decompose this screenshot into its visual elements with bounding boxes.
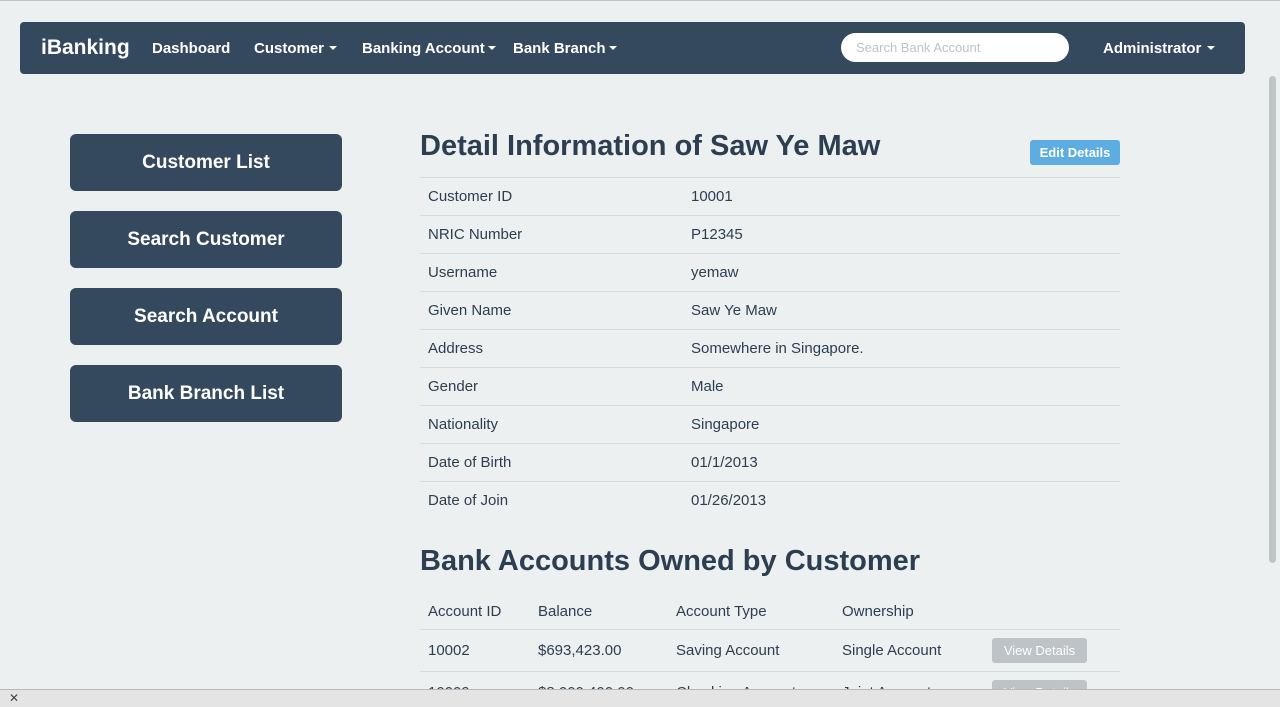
detail-label: Date of Birth [428,454,512,471]
detail-row: Nationality Singapore [420,405,1120,443]
caret-down-icon [329,46,338,51]
table-header-row: Account ID Balance Account Type Ownershi… [420,592,1120,630]
detail-row: Address Somewhere in Singapore. [420,329,1120,367]
detail-row: Username yemaw [420,253,1120,291]
detail-row: Date of Join 01/26/2013 [420,481,1120,519]
detail-value: Male [691,378,724,395]
detail-value: P12345 [691,226,743,243]
column-header-account-type: Account Type [676,603,767,620]
view-details-button[interactable]: View Details [992,638,1087,663]
close-icon[interactable]: ✕ [9,691,19,705]
search-bank-account-input[interactable] [841,33,1069,62]
caret-down-icon [608,46,617,51]
caret-down-icon [487,46,496,51]
user-menu-label: Administrator [1103,40,1202,57]
nav-banking-account-label: Banking Account [362,40,485,57]
column-header-balance: Balance [538,603,593,620]
detail-row: Date of Birth 01/1/2013 [420,443,1120,481]
detail-value: 01/26/2013 [691,492,767,509]
nav-banking-account-dropdown[interactable]: Banking Account [362,40,496,57]
column-header-account-id: Account ID [428,603,502,620]
detail-value: 10001 [691,188,733,205]
account-type-cell: Saving Account [676,642,780,659]
scrollbar-thumb[interactable] [1269,76,1276,563]
caret-down-icon [1207,46,1216,51]
window-top-border [0,0,1280,1]
detail-value: Saw Ye Maw [691,302,777,319]
detail-row: NRIC Number P12345 [420,215,1120,253]
bank-branch-list-button[interactable]: Bank Branch List [70,365,342,422]
detail-label: Nationality [428,416,499,433]
nav-customer-label: Customer [254,40,325,57]
nav-customer-dropdown[interactable]: Customer [254,40,338,57]
detail-label: Date of Join [428,492,509,509]
nav-bank-branch-dropdown[interactable]: Bank Branch [513,40,617,57]
nav-dashboard[interactable]: Dashboard [152,40,230,57]
detail-label: Customer ID [428,188,513,205]
ownership-cell: Single Account [842,642,942,659]
detail-value: 01/1/2013 [691,454,758,471]
detail-label: Given Name [428,302,512,319]
browser-bottom-bar: ✕ [0,689,1280,707]
detail-row: Customer ID 10001 [420,177,1120,215]
detail-value: yemaw [691,264,739,281]
detail-label: Username [428,264,498,281]
column-header-ownership: Ownership [842,603,914,620]
page-title: Detail Information of Saw Ye Maw [420,130,881,162]
search-customer-button[interactable]: Search Customer [70,211,342,268]
detail-row: Given Name Saw Ye Maw [420,291,1120,329]
brand-logo[interactable]: iBanking [41,36,130,60]
detail-label: Gender [428,378,479,395]
nav-bank-branch-label: Bank Branch [513,40,606,57]
detail-value: Somewhere in Singapore. [691,340,864,357]
detail-row: Gender Male [420,367,1120,405]
search-account-button[interactable]: Search Account [70,288,342,345]
table-row: 10002 $693,423.00 Saving Account Single … [420,630,1120,672]
accounts-section-title: Bank Accounts Owned by Customer [420,545,921,577]
detail-label: Address [428,340,484,357]
top-navbar: iBanking Dashboard Customer Banking Acco… [20,22,1245,74]
balance-cell: $693,423.00 [538,642,622,659]
nav-dashboard-label: Dashboard [152,40,231,57]
customer-detail-table: Customer ID 10001 NRIC Number P12345 Usern… [420,177,1120,519]
customer-list-button[interactable]: Customer List [70,134,342,191]
detail-label: NRIC Number [428,226,523,243]
user-menu-dropdown[interactable]: Administrator [1103,40,1216,57]
account-id-cell: 10002 [428,642,470,659]
edit-details-button[interactable]: Edit Details [1030,140,1120,165]
detail-value: Singapore [691,416,760,433]
